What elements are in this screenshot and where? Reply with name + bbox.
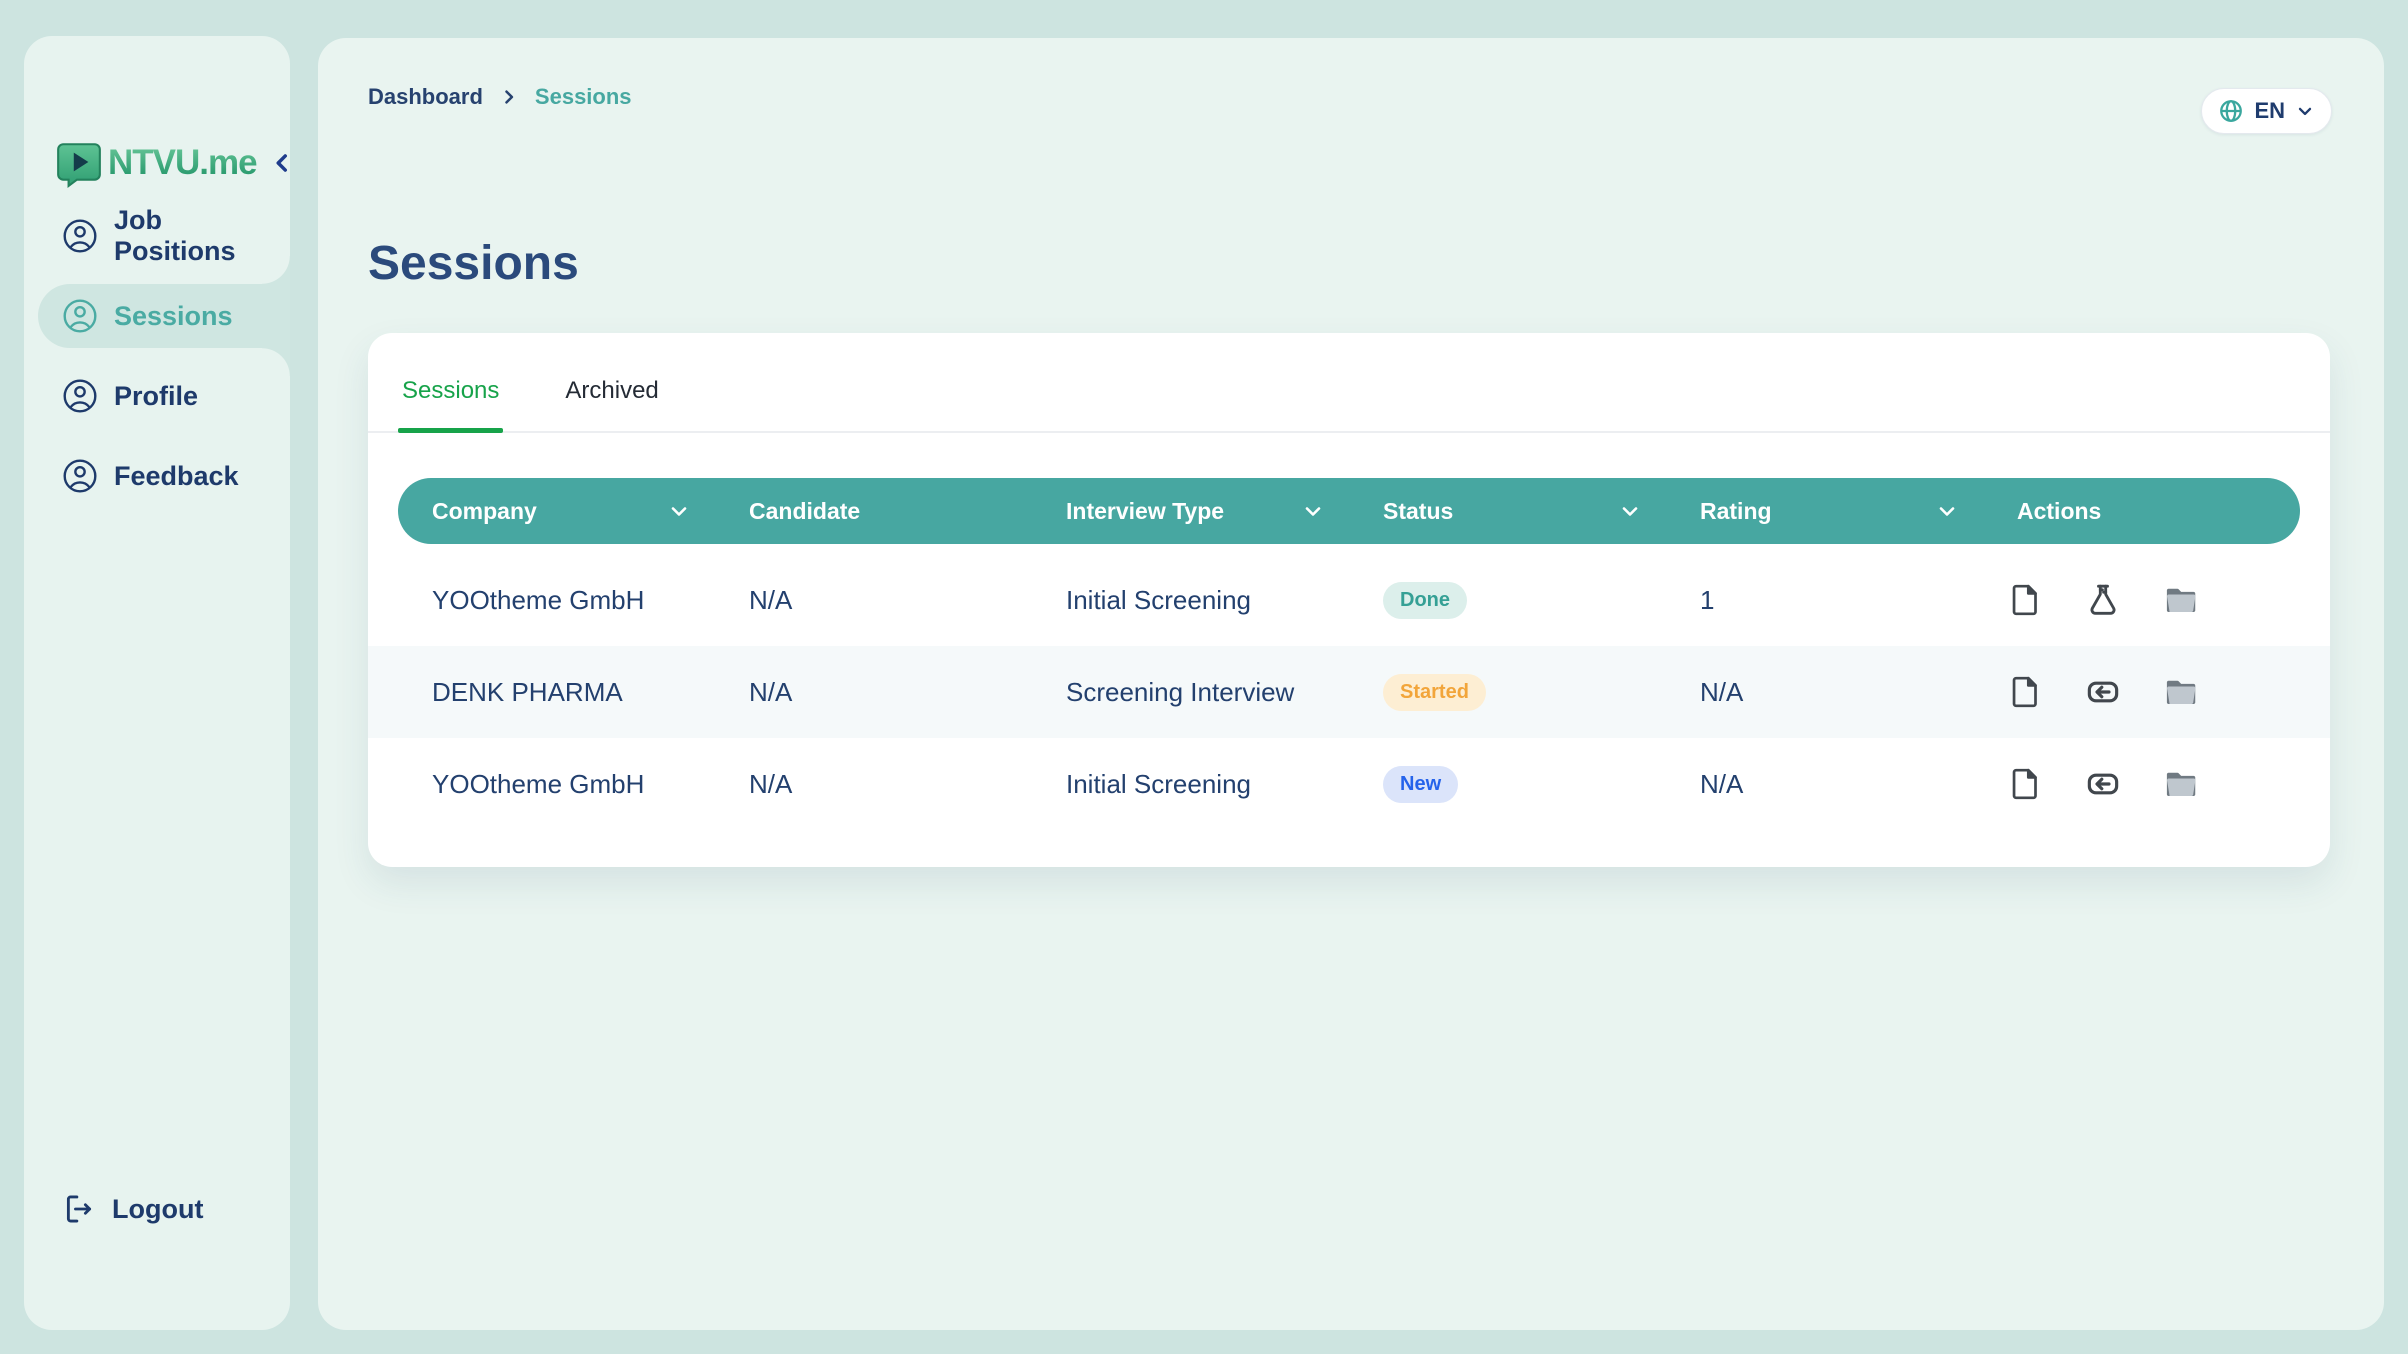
column-label: Company xyxy=(432,498,537,525)
column-header-actions: Actions xyxy=(1983,498,2300,525)
language-selector[interactable]: EN xyxy=(2201,88,2332,134)
app-root: { "brand": { "name": "NTVU.me" }, "sideb… xyxy=(0,0,2408,1354)
cell-candidate: N/A xyxy=(715,677,1032,708)
column-label: Candidate xyxy=(749,498,860,525)
user-circle-icon xyxy=(62,218,98,254)
logo-icon xyxy=(54,138,104,188)
cell-actions xyxy=(1983,674,2300,710)
folder-action-icon[interactable] xyxy=(2163,674,2199,710)
sidebar-collapse-icon[interactable] xyxy=(269,150,295,176)
cell-interview-type: Screening Interview xyxy=(1032,677,1349,708)
sidebar-item-sessions[interactable]: Sessions xyxy=(38,284,290,348)
tab-bar: Sessions Archived xyxy=(368,333,2330,433)
status-badge: New xyxy=(1383,766,1458,803)
logo-text: NTVU.me xyxy=(108,143,257,183)
logo: NTVU.me xyxy=(54,138,295,188)
cell-company: YOOtheme GmbH xyxy=(398,769,715,800)
sessions-card: Sessions Archived Company Candidate Inte… xyxy=(368,333,2330,867)
column-header-company[interactable]: Company xyxy=(398,498,715,525)
cell-status: Done xyxy=(1349,582,1666,619)
main-panel: Dashboard Sessions EN Sessions Sessions … xyxy=(318,38,2384,1330)
chevron-down-icon[interactable] xyxy=(1301,499,1325,523)
document-action-icon[interactable] xyxy=(2007,674,2043,710)
breadcrumb: Dashboard Sessions xyxy=(368,84,632,110)
chevron-right-icon xyxy=(499,87,519,107)
status-badge: Started xyxy=(1383,674,1486,711)
cell-status: New xyxy=(1349,766,1666,803)
column-header-status[interactable]: Status xyxy=(1349,498,1666,525)
chevron-down-icon xyxy=(2295,101,2315,121)
table-row: YOOtheme GmbH N/A Initial Screening Done… xyxy=(368,554,2330,646)
page-title: Sessions xyxy=(368,236,579,291)
cell-actions xyxy=(1983,582,2300,618)
flask-action-icon[interactable] xyxy=(2085,582,2121,618)
breadcrumb-sessions[interactable]: Sessions xyxy=(535,84,632,110)
cell-company: DENK PHARMA xyxy=(398,677,715,708)
column-header-candidate: Candidate xyxy=(715,498,1032,525)
column-header-rating[interactable]: Rating xyxy=(1666,498,1983,525)
sidebar: NTVU.me Job Positions Sessions Profile F… xyxy=(24,36,290,1330)
sidebar-item-label: Profile xyxy=(114,381,198,412)
chevron-down-icon[interactable] xyxy=(1618,499,1642,523)
tab-sessions[interactable]: Sessions xyxy=(398,377,503,431)
column-label: Interview Type xyxy=(1066,498,1224,525)
table-body: YOOtheme GmbH N/A Initial Screening Done… xyxy=(368,554,2330,830)
user-circle-icon xyxy=(62,378,98,414)
cell-candidate: N/A xyxy=(715,585,1032,616)
cell-rating: 1 xyxy=(1666,585,1983,616)
sidebar-item-label: Feedback xyxy=(114,461,239,492)
table-row: YOOtheme GmbH N/A Initial Screening New … xyxy=(368,738,2330,830)
folder-action-icon[interactable] xyxy=(2163,582,2199,618)
column-label: Status xyxy=(1383,498,1453,525)
user-circle-icon xyxy=(62,458,98,494)
table-header: Company Candidate Interview Type Status … xyxy=(398,478,2300,544)
cell-candidate: N/A xyxy=(715,769,1032,800)
back-action-icon[interactable] xyxy=(2085,674,2121,710)
cell-rating: N/A xyxy=(1666,769,1983,800)
cell-company: YOOtheme GmbH xyxy=(398,585,715,616)
column-label: Rating xyxy=(1700,498,1772,525)
user-circle-icon xyxy=(62,298,98,334)
column-label: Actions xyxy=(2017,498,2101,525)
cell-interview-type: Initial Screening xyxy=(1032,585,1349,616)
language-code: EN xyxy=(2254,98,2285,124)
document-action-icon[interactable] xyxy=(2007,766,2043,802)
column-header-interview-type[interactable]: Interview Type xyxy=(1032,498,1349,525)
cell-interview-type: Initial Screening xyxy=(1032,769,1349,800)
status-badge: Done xyxy=(1383,582,1467,619)
sidebar-item-feedback[interactable]: Feedback xyxy=(24,444,290,508)
logout-icon xyxy=(62,1192,96,1226)
table-row: DENK PHARMA N/A Screening Interview Star… xyxy=(368,646,2330,738)
cell-rating: N/A xyxy=(1666,677,1983,708)
sidebar-item-job-positions[interactable]: Job Positions xyxy=(24,204,290,268)
breadcrumb-dashboard[interactable]: Dashboard xyxy=(368,84,483,110)
document-action-icon[interactable] xyxy=(2007,582,2043,618)
logout-button[interactable]: Logout xyxy=(62,1177,203,1241)
back-action-icon[interactable] xyxy=(2085,766,2121,802)
chevron-down-icon[interactable] xyxy=(667,499,691,523)
cell-status: Started xyxy=(1349,674,1666,711)
sidebar-nav: Job Positions Sessions Profile Feedback xyxy=(24,204,290,508)
sidebar-item-profile[interactable]: Profile xyxy=(24,364,290,428)
folder-action-icon[interactable] xyxy=(2163,766,2199,802)
logout-label: Logout xyxy=(112,1194,203,1225)
cell-actions xyxy=(1983,766,2300,802)
tab-archived[interactable]: Archived xyxy=(561,377,662,431)
globe-icon xyxy=(2218,98,2244,124)
sidebar-item-label: Sessions xyxy=(114,301,233,332)
chevron-down-icon[interactable] xyxy=(1935,499,1959,523)
